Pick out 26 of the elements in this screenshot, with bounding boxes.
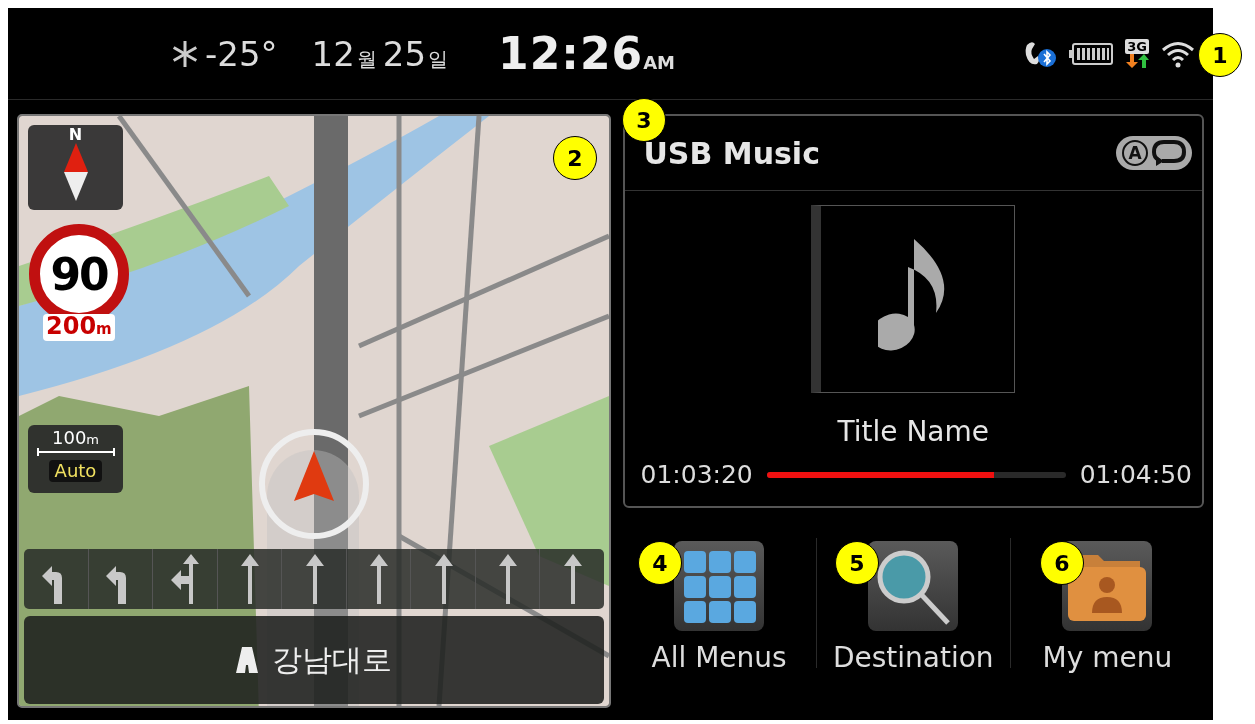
track-title: Title Name <box>836 415 990 448</box>
total-time: 01:04:50 <box>1079 460 1192 489</box>
month-unit: 월 <box>356 45 377 73</box>
road-name: 강남대로 <box>271 640 392 679</box>
month: 12 <box>311 33 355 74</box>
compass-north-label: N <box>68 127 83 143</box>
battery-icon <box>1069 41 1113 66</box>
snowflake-icon <box>171 39 199 68</box>
repeat-mode-button[interactable]: A <box>1116 136 1192 170</box>
day-unit: 일 <box>428 45 449 73</box>
temperature: -25° <box>205 33 278 74</box>
scale-mode: Auto <box>48 460 103 482</box>
meridiem: AM <box>643 52 675 73</box>
clock-time: 12:26 <box>498 28 644 79</box>
scale-bar-icon <box>36 448 115 456</box>
elapsed-time: 01:03:20 <box>640 460 753 489</box>
progress-track[interactable] <box>766 471 1066 478</box>
scale-distance: 100m <box>52 427 99 448</box>
map-scale[interactable]: 100m Auto <box>28 425 123 493</box>
vehicle-position-icon <box>259 429 369 539</box>
data-transfer-icon <box>1125 54 1149 68</box>
road-icon <box>235 647 258 673</box>
network-type: 3G <box>1125 39 1149 54</box>
compass-needle-icon <box>61 143 90 201</box>
day: 25 <box>382 33 427 74</box>
wifi-icon <box>1161 39 1195 68</box>
